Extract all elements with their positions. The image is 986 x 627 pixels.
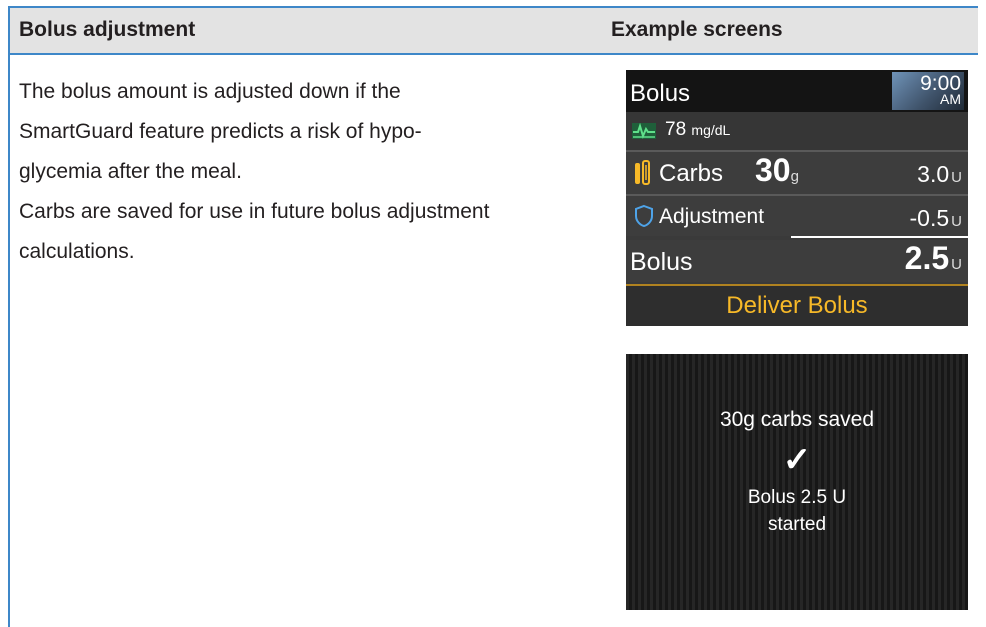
bolus-amount: 2.5 U: [905, 240, 962, 277]
carbs-saved-message: 30g carbs saved: [719, 408, 875, 431]
bolus-value: 2.5: [904, 240, 950, 276]
column-header-example-screens: Example screens: [611, 18, 783, 41]
carbs-insulin-value: 3.0: [917, 161, 950, 187]
table-header-rule: [8, 53, 978, 55]
carbs-icon: [635, 160, 650, 185]
deliver-bolus-top-border: [626, 284, 968, 286]
adjustment-amount: -0.5 U: [910, 205, 962, 232]
shield-icon: [635, 204, 653, 228]
carbs-unit: g: [790, 168, 799, 185]
insulin-unit: U: [951, 213, 962, 230]
sensor-glucose-icon: [632, 123, 656, 139]
sensor-glucose-reading: 78 mg/dL: [665, 119, 730, 141]
carbs-value: 30: [755, 152, 791, 188]
description-line: Carbs are saved for use in future bolus …: [19, 200, 490, 223]
table-left-rule: [8, 8, 10, 627]
document-table: Bolus adjustment Example screens The bol…: [0, 0, 986, 627]
insulin-unit: U: [951, 169, 962, 186]
started-message: started: [767, 514, 827, 535]
sensor-glucose-row: 78 mg/dL: [626, 112, 968, 150]
carbs-insulin: 3.0 U: [917, 161, 962, 188]
description-text: The bolus amount is adjusted down if the…: [19, 72, 604, 272]
screen-title-bar: Bolus 9:00 AM: [626, 70, 968, 112]
clock-ampm: AM: [940, 91, 961, 107]
column-header-bolus-adjustment: Bolus adjustment: [19, 18, 196, 41]
sg-value: 78: [665, 119, 687, 140]
deliver-bolus-button[interactable]: Deliver Bolus: [626, 284, 968, 326]
sg-unit: mg/dL: [691, 122, 731, 138]
bolus-started-message: Bolus 2.5 U: [747, 487, 847, 508]
status-clock: 9:00 AM: [892, 72, 964, 110]
deliver-bolus-label: Deliver Bolus: [726, 292, 868, 319]
checkmark-icon: ✓: [782, 441, 812, 479]
carbs-row: Carbs 30g 3.0 U: [626, 152, 968, 194]
description-line: calculations.: [19, 240, 135, 263]
bolus-label: Bolus: [630, 248, 693, 276]
bolus-total-row: Bolus 2.5 U: [626, 240, 968, 282]
description-line: The bolus amount is adjusted down if the: [19, 80, 401, 103]
carbs-label: Carbs: [659, 160, 724, 187]
screen-title: Bolus: [630, 80, 691, 107]
bolus-started-screen-example: 30g carbs saved ✓ Bolus 2.5 U started: [626, 354, 968, 610]
description-line: SmartGuard feature predicts a risk of hy…: [19, 120, 422, 143]
carbs-amount: 30g: [755, 152, 799, 189]
adjustment-row: Adjustment -0.5 U: [626, 196, 968, 236]
table-top-rule: [8, 6, 978, 8]
adjustment-label: Adjustment: [659, 205, 765, 228]
adjustment-underline: [791, 236, 968, 238]
insulin-unit: U: [951, 256, 962, 273]
adjustment-value: -0.5: [909, 205, 950, 231]
description-line: glycemia after the meal.: [19, 160, 242, 183]
bolus-screen-example: Bolus 9:00 AM 78 mg/dL Carbs 30g 3.0 U A…: [626, 70, 968, 326]
